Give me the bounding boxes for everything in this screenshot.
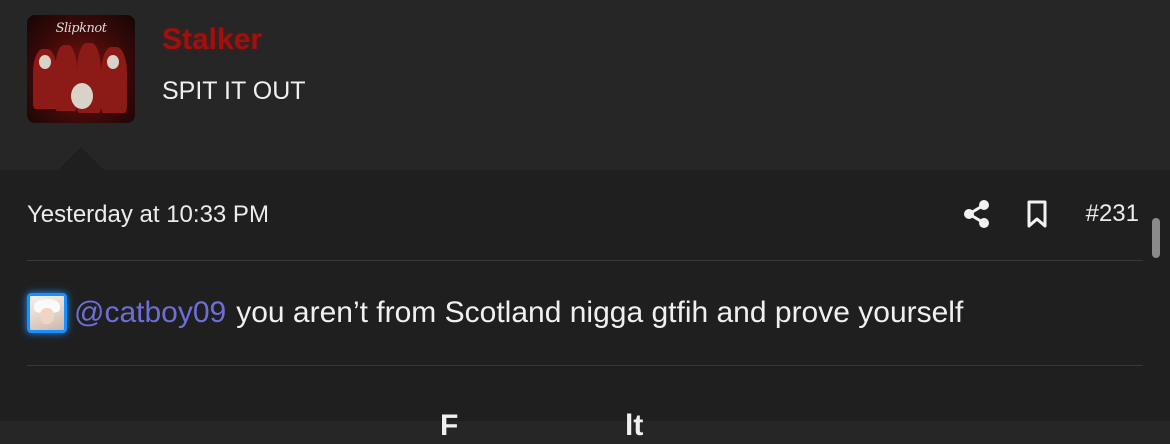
message-body: Yesterday at 10:33 PM #231 @catboy09 you… bbox=[0, 170, 1170, 442]
message-text-line: @catboy09 you aren’t from Scotland nigga… bbox=[27, 293, 963, 333]
avatar-band-logo: Slipknot bbox=[55, 21, 107, 36]
message-content: @catboy09 you aren’t from Scotland nigga… bbox=[27, 261, 1143, 366]
partial-footer-text: F lt bbox=[440, 409, 644, 442]
post-pointer-arrow bbox=[57, 147, 105, 171]
post-actions: #231 bbox=[962, 199, 1139, 229]
post-number-link[interactable]: #231 bbox=[1086, 199, 1139, 229]
post-timestamp[interactable]: Yesterday at 10:33 PM bbox=[27, 201, 269, 229]
message-meta: Yesterday at 10:33 PM #231 bbox=[27, 170, 1143, 261]
message-text: you aren’t from Scotland nigga gtfih and… bbox=[236, 296, 964, 329]
mention-avatar-face bbox=[40, 308, 54, 324]
user-name[interactable]: Stalker bbox=[162, 22, 262, 58]
user-title: SPIT IT OUT bbox=[162, 77, 306, 105]
share-icon[interactable] bbox=[962, 199, 992, 229]
scrollbar-thumb[interactable] bbox=[1152, 218, 1160, 258]
mention-avatar[interactable] bbox=[27, 293, 67, 333]
user-header: Slipknot Stalker SPIT IT OUT bbox=[0, 0, 1170, 170]
avatar-mask bbox=[107, 55, 119, 69]
bookmark-icon[interactable] bbox=[1024, 199, 1050, 229]
user-mention-link[interactable]: @catboy09 bbox=[74, 295, 226, 331]
user-avatar[interactable]: Slipknot bbox=[27, 15, 135, 123]
avatar-mask bbox=[39, 55, 51, 69]
avatar-mask bbox=[71, 83, 93, 109]
